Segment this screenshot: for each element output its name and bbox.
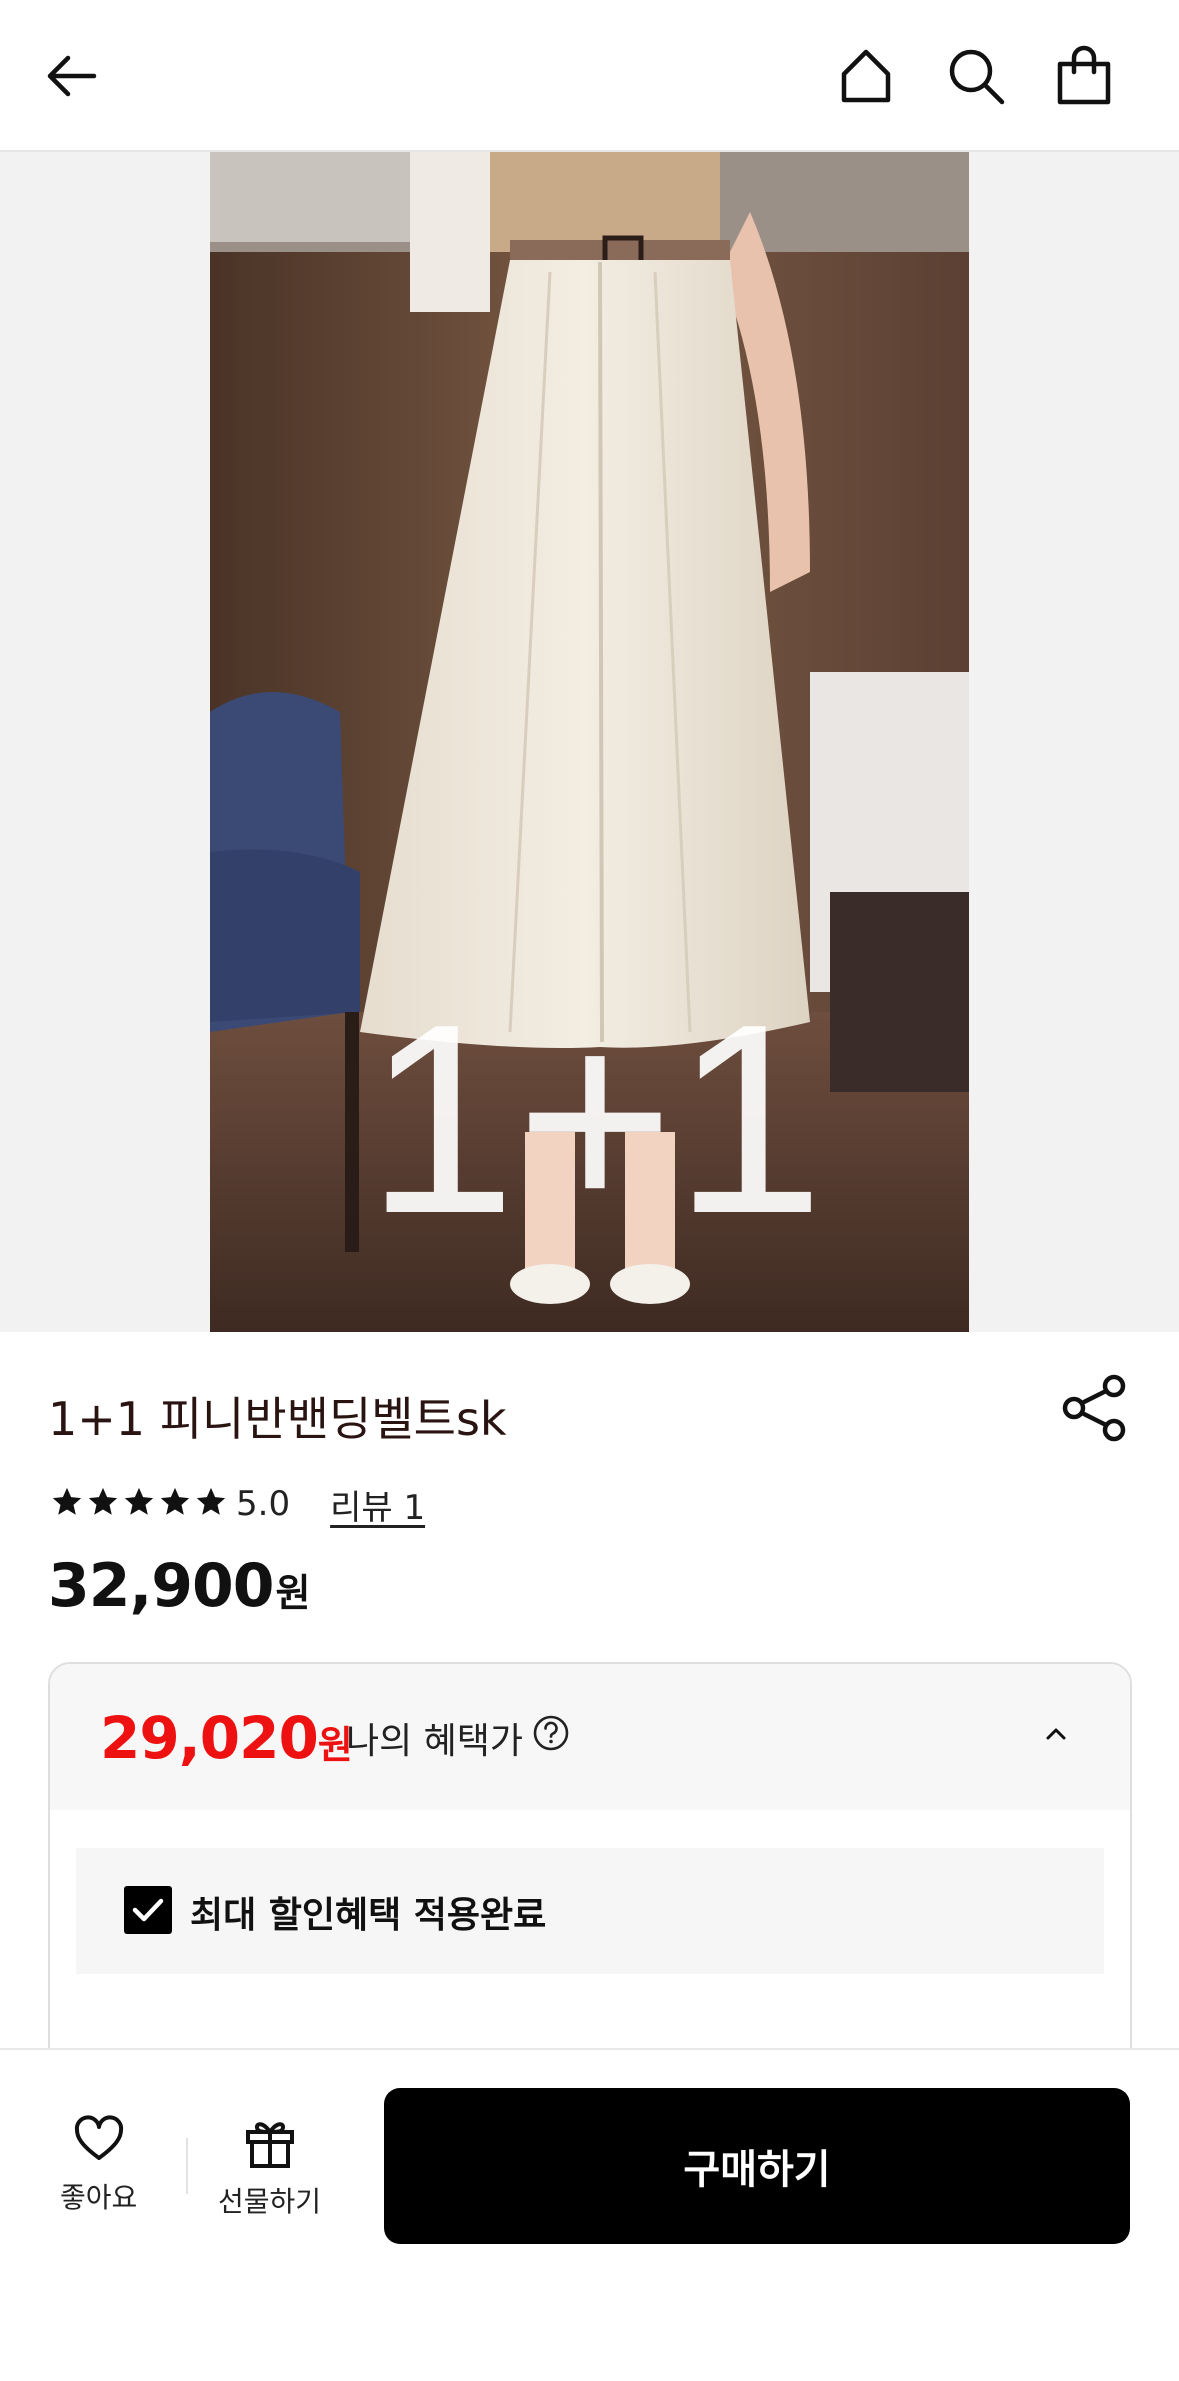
cart-button[interactable]	[1048, 40, 1120, 112]
discount-checkbox[interactable]	[124, 1886, 172, 1934]
review-link[interactable]: 리뷰 1	[330, 1480, 425, 1529]
discount-applied-label: 최대 할인혜택 적용완료	[190, 1895, 547, 1936]
bottom-action-bar: 좋아요 선물하기 구매하기	[0, 2048, 1179, 2381]
gift-icon	[245, 2122, 294, 2168]
product-image-area[interactable]: 1+1	[0, 152, 1179, 1332]
top-nav-bar	[0, 0, 1179, 152]
buy-button[interactable]: 구매하기	[384, 2088, 1130, 2244]
product-title: 1+1 피니반밴딩벨트sk	[48, 1392, 507, 1446]
star-icon	[196, 1487, 226, 1515]
benefit-price-value: 29,020	[100, 1704, 319, 1772]
rating-row: 5.0 리뷰 1	[50, 1480, 425, 1528]
hero-overlay-text: 1+1	[366, 969, 824, 1270]
benefit-price-header[interactable]: 29,020원 나의 혜택가	[50, 1664, 1130, 1810]
discount-applied-row: 최대 할인혜택 적용완료	[76, 1848, 1104, 1974]
check-icon	[132, 1898, 164, 1922]
like-button[interactable]: 좋아요	[60, 2114, 137, 2216]
benefit-price-label: 나의 혜택가	[346, 1721, 524, 1762]
original-price: 32,900원	[48, 1551, 311, 1621]
star-icon	[160, 1487, 190, 1515]
shopping-bag-icon	[1057, 45, 1111, 105]
help-button[interactable]	[532, 1714, 570, 1752]
chevron-up-icon	[1046, 1728, 1066, 1740]
home-button[interactable]	[830, 40, 902, 112]
benefit-price: 29,020원	[100, 1704, 353, 1772]
share-icon	[1062, 1374, 1126, 1442]
search-button[interactable]	[940, 40, 1012, 112]
like-label: 좋아요	[60, 2181, 138, 2214]
back-button[interactable]	[36, 40, 108, 112]
original-price-unit: 원	[275, 1571, 311, 1615]
home-icon	[841, 49, 891, 103]
star-icon	[88, 1487, 118, 1515]
bottom-divider	[186, 2138, 188, 2194]
rating-score: 5.0	[236, 1484, 291, 1524]
gift-button[interactable]: 선물하기	[218, 2114, 321, 2220]
gift-label: 선물하기	[218, 2185, 322, 2218]
collapse-toggle[interactable]	[1040, 1718, 1072, 1750]
rating-stars	[50, 1485, 230, 1523]
original-price-value: 32,900	[48, 1551, 275, 1621]
arrow-left-icon	[47, 55, 97, 97]
star-icon	[52, 1487, 82, 1515]
search-icon	[949, 49, 1005, 105]
share-button[interactable]	[1060, 1372, 1132, 1444]
question-circle-icon	[533, 1715, 569, 1751]
star-icon	[124, 1487, 154, 1515]
heart-icon	[74, 2115, 123, 2160]
product-photo: 1+1	[210, 152, 969, 1332]
